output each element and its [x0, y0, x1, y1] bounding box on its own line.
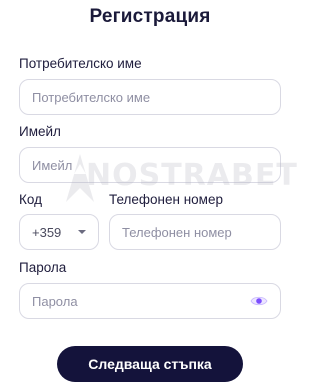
username-label: Потребителско име — [19, 56, 142, 71]
username-field-wrapper — [19, 79, 281, 115]
username-input[interactable] — [20, 80, 280, 114]
registration-form: Регистрация Потребителско име Имейл Код … — [0, 0, 300, 392]
next-step-button[interactable]: Следваща стъпка — [57, 346, 243, 382]
chevron-down-icon — [78, 230, 86, 234]
password-input[interactable] — [20, 284, 280, 318]
code-label: Код — [19, 192, 42, 207]
email-label: Имейл — [19, 124, 61, 139]
password-label: Парола — [19, 260, 67, 275]
page-title: Регистрация — [89, 6, 211, 27]
phone-input[interactable] — [110, 215, 280, 249]
country-code-value: +359 — [32, 224, 62, 240]
email-field-wrapper — [19, 147, 281, 183]
phone-field-wrapper — [109, 214, 281, 250]
password-field-wrapper — [19, 283, 281, 319]
country-code-select[interactable]: +359 — [19, 214, 99, 250]
eye-icon[interactable] — [250, 295, 268, 307]
phone-label: Телефонен номер — [109, 192, 223, 207]
email-input[interactable] — [20, 148, 280, 182]
